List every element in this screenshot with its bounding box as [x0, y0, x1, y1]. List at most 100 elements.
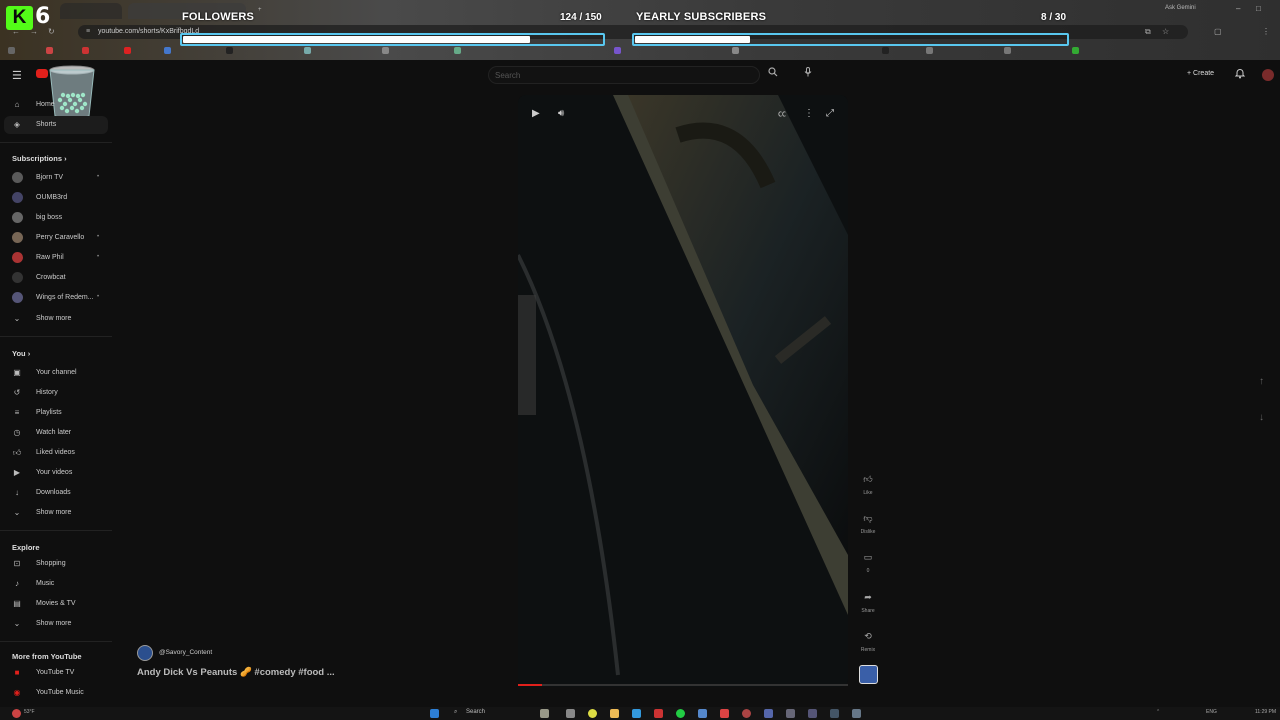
- bookmark-icon[interactable]: [1072, 47, 1079, 54]
- minimize-icon[interactable]: –: [1236, 4, 1240, 13]
- sidebar-item-youtube-music[interactable]: ◉ YouTube Music: [0, 684, 112, 702]
- bookmark-icon[interactable]: [454, 47, 461, 54]
- bookmark-icon[interactable]: [164, 47, 171, 54]
- taskbar-app-icon[interactable]: [808, 709, 817, 718]
- sidebar-item-music[interactable]: ♪ Music: [0, 575, 112, 593]
- play-icon[interactable]: ▶: [532, 108, 540, 119]
- search-button[interactable]: [762, 66, 784, 84]
- sidebar-item-home[interactable]: ⌂ Home: [0, 96, 112, 114]
- more-options-icon[interactable]: ⋮: [804, 108, 814, 119]
- taskbar-app-icon[interactable]: [742, 709, 751, 718]
- sidebar-item-subscription[interactable]: Raw Phil •: [0, 249, 112, 267]
- remix-button[interactable]: ⟲ Remix: [858, 626, 878, 653]
- volume-icon[interactable]: 🔊︎: [558, 108, 564, 119]
- you-heading[interactable]: You ›: [12, 349, 30, 358]
- like-button[interactable]: 👍︎ Like: [858, 469, 878, 496]
- comments-button[interactable]: ▭ 0: [858, 547, 878, 574]
- spotify-icon[interactable]: [676, 709, 685, 718]
- share-button[interactable]: ➦ Share: [858, 587, 878, 614]
- maximize-icon[interactable]: □: [1256, 4, 1261, 13]
- account-avatar[interactable]: [1262, 69, 1274, 81]
- bookmark-icon[interactable]: [46, 47, 53, 54]
- voice-search-button[interactable]: [799, 66, 817, 84]
- bookmark-icon[interactable]: [926, 47, 933, 54]
- sidebar-item-your-channel[interactable]: ▣ Your channel: [0, 364, 112, 382]
- taskbar-search[interactable]: ⌕ Search: [452, 709, 532, 719]
- browser-tab[interactable]: [60, 3, 122, 19]
- taskbar-app-icon[interactable]: [566, 709, 575, 718]
- sidebar-item-subscription[interactable]: Perry Caravello •: [0, 229, 112, 247]
- taskbar-app-icon[interactable]: [786, 709, 795, 718]
- thumbs-up-icon: 👍︎: [12, 448, 22, 457]
- bookmark-icon[interactable]: [124, 47, 131, 54]
- sidebar-item-liked-videos[interactable]: 👍︎ Liked videos: [0, 444, 112, 462]
- subscriptions-heading[interactable]: Subscriptions ›: [12, 154, 67, 163]
- site-info-icon[interactable]: ≡: [86, 28, 90, 35]
- search-input[interactable]: Search: [488, 66, 760, 84]
- show-more-explore[interactable]: ⌄ Show more: [0, 615, 112, 633]
- chrome-taskbar-icon[interactable]: [588, 709, 597, 718]
- discord-icon[interactable]: [698, 709, 707, 718]
- sidebar-item-youtube-tv[interactable]: ■ YouTube TV: [0, 664, 112, 682]
- tray-chevron-up-icon[interactable]: ⌃: [1156, 709, 1160, 715]
- short-title[interactable]: Andy Dick Vs Peanuts 🥜 #comedy #food ...: [137, 667, 335, 678]
- weather-icon[interactable]: [12, 709, 21, 718]
- channel-handle[interactable]: @Savory_Content: [159, 649, 212, 656]
- chrome-menu-icon[interactable]: ⋮: [1262, 27, 1270, 36]
- sidebar-item-subscription[interactable]: OUMB3rd: [0, 189, 112, 207]
- sidebar-item-subscription[interactable]: Bjorn TV •: [0, 169, 112, 187]
- bookmark-icon[interactable]: [882, 47, 889, 54]
- bookmark-icon[interactable]: [304, 47, 311, 54]
- language-indicator[interactable]: ENG: [1206, 709, 1217, 715]
- sidebar-item-playlists[interactable]: ≡ Playlists: [0, 404, 112, 422]
- sidebar-item-movies-tv[interactable]: ▤ Movies & TV: [0, 595, 112, 613]
- taskbar-app-icon[interactable]: [654, 709, 663, 718]
- install-app-icon[interactable]: ⧉: [1145, 27, 1151, 37]
- sidebar-item-subscription[interactable]: Crowbcat: [0, 269, 112, 287]
- youtube-logo[interactable]: [36, 69, 48, 78]
- taskbar-app-icon[interactable]: [632, 709, 641, 718]
- dislike-button[interactable]: 👎︎ Dislike: [858, 508, 878, 535]
- taskbar-app-icon[interactable]: [720, 709, 729, 718]
- bookmark-icon[interactable]: [1004, 47, 1011, 54]
- video-progress-bar[interactable]: [518, 684, 848, 686]
- bookmark-star-icon[interactable]: ☆: [1162, 27, 1169, 36]
- previous-short-arrow-icon[interactable]: ↑: [1259, 376, 1264, 387]
- sidebar-item-shorts[interactable]: ◈ Shorts: [4, 116, 108, 134]
- sidebar-item-subscription[interactable]: big boss: [0, 209, 112, 227]
- taskbar-clock[interactable]: 11:29 PM: [1255, 709, 1276, 715]
- bookmark-icon[interactable]: [732, 47, 739, 54]
- bookmark-icon[interactable]: [614, 47, 621, 54]
- fullscreen-icon[interactable]: ⤢: [826, 108, 834, 119]
- sidebar-item-history[interactable]: ↺ History: [0, 384, 112, 402]
- sidebar-item-your-videos[interactable]: ▶ Your videos: [0, 464, 112, 482]
- channel-avatar: [12, 272, 23, 283]
- bookmark-icon[interactable]: [226, 47, 233, 54]
- ask-gemini-button[interactable]: Ask Gemini: [1165, 5, 1196, 11]
- taskbar-app-icon[interactable]: [852, 709, 861, 718]
- sidebar-item-shopping[interactable]: ⊡ Shopping: [0, 555, 112, 573]
- bookmark-icon[interactable]: [382, 47, 389, 54]
- extensions-icon[interactable]: ▢: [1214, 27, 1222, 36]
- bookmark-icon[interactable]: [8, 47, 15, 54]
- sidebar-item-watch-later[interactable]: ◷ Watch later: [0, 424, 112, 442]
- menu-icon[interactable]: ☰: [12, 69, 22, 82]
- show-more-subscriptions[interactable]: ⌄ Show more: [0, 310, 112, 328]
- notifications-bell-icon[interactable]: [1234, 68, 1246, 82]
- show-more-you[interactable]: ⌄ Show more: [0, 504, 112, 522]
- taskbar-app-icon[interactable]: [830, 709, 839, 718]
- windows-start-icon[interactable]: [430, 709, 439, 718]
- taskbar-app-icon[interactable]: [540, 709, 549, 718]
- create-button[interactable]: + Create: [1182, 67, 1219, 83]
- sound-thumbnail[interactable]: [859, 665, 878, 684]
- sidebar-item-downloads[interactable]: ↓ Downloads: [0, 484, 112, 502]
- captions-icon[interactable]: ㏄: [778, 108, 786, 119]
- bookmark-icon[interactable]: [82, 47, 89, 54]
- next-short-arrow-icon[interactable]: ↓: [1259, 412, 1264, 423]
- shorts-video-player[interactable]: ▶ 🔊︎ ㏄ ⋮ ⤢: [518, 95, 848, 687]
- file-explorer-icon[interactable]: [610, 709, 619, 718]
- sidebar-item-subscription[interactable]: Wings of Redem... •: [0, 289, 112, 307]
- channel-avatar[interactable]: [137, 645, 153, 661]
- taskbar-app-icon[interactable]: [764, 709, 773, 718]
- divider: [0, 641, 112, 642]
